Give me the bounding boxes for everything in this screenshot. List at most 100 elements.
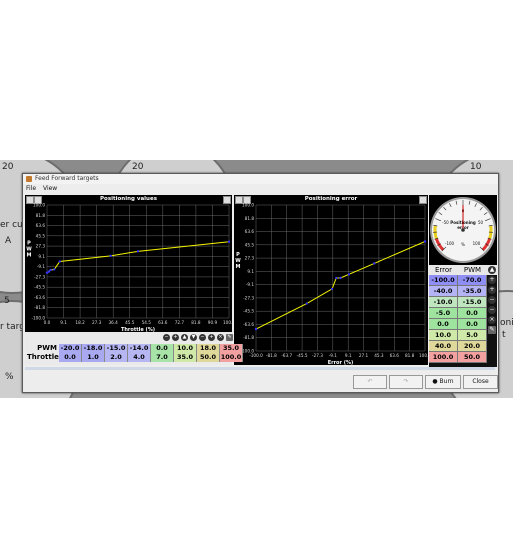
pwm-cell[interactable]: -15.0 — [105, 344, 128, 353]
close-button[interactable]: Close — [463, 375, 498, 389]
add-icon[interactable]: + — [208, 334, 215, 341]
pwm-cell[interactable]: 20.0 — [458, 341, 487, 352]
app-icon — [26, 176, 32, 182]
pwm-cell[interactable]: -20.0 — [59, 344, 82, 353]
close-icon[interactable]: × — [488, 316, 496, 324]
up-icon[interactable]: ▲ — [181, 334, 188, 341]
y-tick-label: 81.8 — [36, 213, 46, 218]
x-tick-label: 100.0 — [419, 353, 428, 358]
y-tick-label: -100.0 — [32, 316, 46, 321]
error-cell[interactable]: 100.0 — [429, 352, 458, 363]
error-cell[interactable]: 40.0 — [429, 341, 458, 352]
down-icon[interactable]: ▼ — [190, 334, 197, 341]
x-tick-label: 63.6 — [158, 320, 168, 325]
menu-file[interactable]: File — [26, 185, 36, 192]
error-cell[interactable]: 0.0 — [429, 319, 458, 330]
plus-icon[interactable]: + — [172, 334, 179, 341]
minus-icon[interactable]: − — [488, 296, 496, 304]
pwm-cell[interactable]: -15.0 — [458, 297, 487, 308]
add-icon[interactable]: + — [488, 276, 496, 284]
error-cell[interactable]: -10.0 — [429, 297, 458, 308]
remove-icon[interactable]: − — [488, 306, 496, 314]
pencil-icon[interactable]: ✎ — [226, 334, 233, 341]
minus-icon[interactable]: − — [163, 334, 170, 341]
pwm-cell[interactable]: 0.0 — [151, 344, 174, 353]
bg-label: A — [5, 236, 12, 246]
series-line — [255, 241, 426, 330]
y-tick-label: 63.6 — [36, 223, 46, 228]
data-point — [136, 250, 140, 253]
y-tick-label: -27.3 — [243, 295, 254, 300]
remove-icon[interactable]: − — [199, 334, 206, 341]
x-tick-label: 63.6 — [390, 353, 400, 358]
throttle-cell[interactable]: 100.0 — [220, 353, 243, 362]
x-tick-label: 81.8 — [191, 320, 201, 325]
x-tick-label: -63.7 — [281, 353, 292, 358]
y-axis-label: M — [27, 253, 32, 259]
positioning-error-chart[interactable]: -100.0 -81.8 -63.7 -45.5 -27.3 -9.1 9.1 27.1 45.… — [234, 203, 428, 365]
y-tick-label: -27.3 — [34, 274, 45, 279]
throttle-cell[interactable]: 7.0 — [151, 353, 174, 362]
pwm-cell[interactable]: 35.0 — [220, 344, 243, 353]
close-icon[interactable]: × — [217, 334, 224, 341]
x-tick-label: 9.1 — [60, 320, 67, 325]
error-cell[interactable]: 10.0 — [429, 330, 458, 341]
y-tick-label: 27.3 — [36, 244, 46, 249]
x-tick-label: -45.5 — [297, 353, 308, 358]
y-tick-label: 9.1 — [247, 269, 254, 274]
table-row: 100.0 50.0 — [429, 352, 497, 363]
bg-label: 10 — [470, 162, 482, 172]
error-cell[interactable]: -40.0 — [429, 286, 458, 297]
throttle-cell[interactable]: 2.0 — [105, 353, 128, 362]
chart-title: Positioning values — [100, 196, 157, 202]
x-tick-label: 72.7 — [175, 320, 185, 325]
x-tick-label: -9.1 — [329, 353, 338, 358]
throttle-cell[interactable]: 0.0 — [59, 353, 82, 362]
x-tick-label: 27.3 — [92, 320, 102, 325]
pwm-cell[interactable]: -70.0 — [458, 275, 487, 286]
menu-bar: File View — [23, 185, 498, 194]
gauge-tick-label: 100 — [473, 241, 481, 246]
y-tick-label: 63.6 — [245, 229, 255, 234]
throttle-cell[interactable]: 1.0 — [82, 353, 105, 362]
pwm-cell[interactable]: 5.0 — [458, 330, 487, 341]
horizontal-scrollbar[interactable] — [25, 367, 495, 370]
error-cell[interactable]: -5.0 — [429, 308, 458, 319]
y-tick-label: -9.1 — [37, 264, 46, 269]
throttle-cell[interactable]: 35.0 — [174, 353, 197, 362]
pwm-cell[interactable]: 50.0 — [458, 352, 487, 363]
throttle-cell[interactable]: 4.0 — [128, 353, 151, 362]
pwm-cell[interactable]: -18.0 — [82, 344, 105, 353]
pwm-cell[interactable]: 10.0 — [174, 344, 197, 353]
positioning-values-chart[interactable]: 0.0 9.1 18.2 27.3 36.4 45.5 54.5 63.6 72.7 81.8 90… — [25, 203, 232, 332]
feed-forward-dialog: Feed Forward targets File View Positioni… — [22, 173, 499, 393]
x-tick-label: -27.3 — [312, 353, 323, 358]
pwm-cell[interactable]: 0.0 — [458, 308, 487, 319]
x-tick-label: 0.0 — [44, 320, 51, 325]
header-pwm: PWM — [463, 266, 482, 274]
y-tick-label: -81.8 — [243, 335, 254, 340]
gauge-tick-label: 50 — [478, 220, 484, 225]
pwm-cell[interactable]: 0.0 — [458, 319, 487, 330]
undo-button[interactable]: ↶ — [353, 375, 387, 389]
error-cell[interactable]: -100.0 — [429, 275, 458, 286]
redo-button[interactable]: ↷ — [389, 375, 423, 389]
data-point — [254, 327, 258, 331]
burn-button[interactable]: ● Burn — [425, 375, 461, 389]
y-tick-label: -45.5 — [34, 285, 45, 290]
x-tick-label: 27.1 — [359, 353, 369, 358]
gauge-dial: -100-50050100Positioningerror% — [430, 197, 496, 263]
chart-title: Positioning error — [304, 196, 358, 202]
pwm-cell[interactable]: -14.0 — [128, 344, 151, 353]
plus-icon[interactable]: + — [488, 286, 496, 294]
pwm-cell[interactable]: -35.0 — [458, 286, 487, 297]
throttle-cell[interactable]: 50.0 — [197, 353, 220, 362]
menu-view[interactable]: View — [43, 185, 57, 192]
x-tick-label: 81.8 — [405, 353, 415, 358]
pencil-icon[interactable]: ✎ — [488, 326, 496, 334]
x-tick-label: 9.1 — [345, 353, 352, 358]
burn-icon: ● — [432, 378, 438, 385]
pwm-cell[interactable]: 18.0 — [197, 344, 220, 353]
x-tick-label: -81.8 — [266, 353, 277, 358]
scroll-up-icon[interactable]: ▲ — [488, 266, 496, 274]
